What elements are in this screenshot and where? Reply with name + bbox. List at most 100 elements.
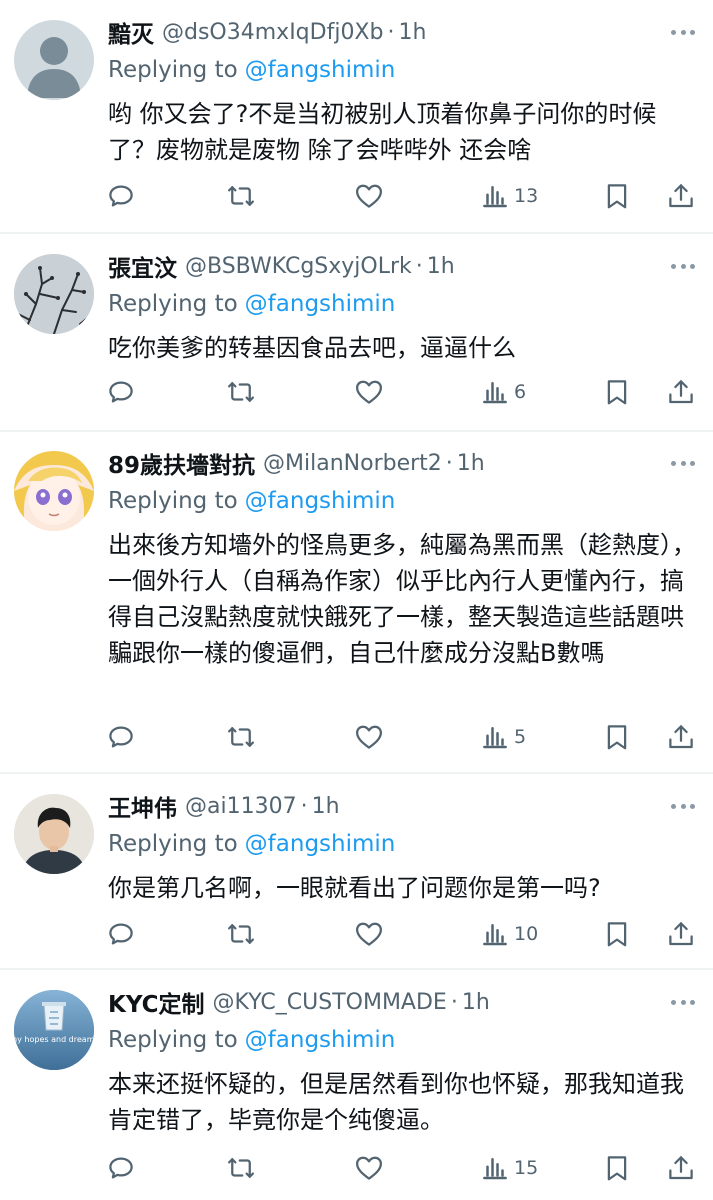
share-button[interactable] (666, 916, 696, 952)
tweet-actions: 15 (0, 1150, 713, 1186)
tweet-actions: 13 (0, 178, 713, 214)
reply-button[interactable] (106, 374, 136, 410)
user-handle[interactable]: @ai11307 (185, 794, 297, 819)
views-button[interactable]: 6 (480, 374, 526, 410)
tweet-actions: 10 (0, 916, 713, 952)
timestamp[interactable]: 1h (312, 794, 340, 819)
retweet-button[interactable] (226, 178, 256, 214)
timestamp[interactable]: 1h (457, 451, 485, 476)
user-handle[interactable]: @KYC_CUSTOMMADE (213, 990, 447, 1015)
views-chart-icon (483, 924, 507, 946)
more-options-icon[interactable] (671, 22, 695, 42)
replying-to-handle[interactable]: @fangshimin (245, 831, 396, 857)
heart-icon (356, 184, 382, 208)
reply-button[interactable] (106, 178, 136, 214)
tweet-actions: 6 (0, 374, 713, 410)
user-handle[interactable]: @dsO34mxIqDfj0Xb (162, 20, 383, 45)
timestamp[interactable]: 1h (398, 20, 426, 45)
views-button[interactable]: 5 (480, 719, 526, 755)
like-button[interactable] (354, 178, 384, 214)
heart-icon (356, 725, 382, 749)
retweet-button[interactable] (226, 719, 256, 755)
tweet-text: 本来还挺怀疑的，但是居然看到你也怀疑，那我知道我肯定错了，毕竟你是个纯傻逼。 (108, 1070, 684, 1134)
avatar[interactable]: my hopes and dreams (14, 990, 94, 1070)
views-button[interactable]: 15 (480, 1150, 538, 1186)
bookmark-button[interactable] (602, 719, 632, 755)
views-count: 13 (514, 185, 539, 207)
retweet-icon (228, 1158, 254, 1178)
display-name[interactable]: 黯灭 (108, 15, 154, 49)
more-options-icon[interactable] (671, 992, 695, 1012)
avatar-caption: my hopes and dreams (14, 1035, 94, 1044)
views-chart-icon (483, 382, 507, 404)
tweet-actions: 5 (0, 719, 713, 755)
user-handle[interactable]: @MilanNorbert2 (263, 451, 442, 476)
tweet-divider (0, 232, 713, 234)
views-count: 10 (514, 923, 539, 945)
reply-button[interactable] (106, 719, 136, 755)
like-button[interactable] (354, 1150, 384, 1186)
replying-to-handle[interactable]: @fangshimin (245, 291, 396, 317)
retweet-button[interactable] (226, 374, 256, 410)
more-options-icon[interactable] (671, 453, 695, 473)
more-options-icon[interactable] (671, 796, 695, 816)
separator-dot: · (415, 253, 423, 279)
replying-to-handle[interactable]: @fangshimin (245, 57, 396, 83)
reply-icon (109, 923, 133, 945)
bookmark-button[interactable] (602, 178, 632, 214)
share-button[interactable] (666, 1150, 696, 1186)
share-icon (669, 184, 693, 208)
bookmark-button[interactable] (602, 374, 632, 410)
bookmark-icon (607, 725, 627, 750)
views-count: 6 (514, 381, 527, 403)
views-button[interactable]: 10 (480, 916, 538, 952)
heart-icon (356, 1156, 382, 1180)
share-icon (669, 922, 693, 946)
display-name[interactable]: 張宜汶 (108, 249, 177, 283)
share-icon (669, 380, 693, 404)
retweet-button[interactable] (226, 1150, 256, 1186)
reply-button[interactable] (106, 916, 136, 952)
tweet-divider (0, 772, 713, 774)
display-name[interactable]: 89歲扶墻對抗 (108, 446, 255, 480)
reply-button[interactable] (106, 1150, 136, 1186)
views-chart-icon (483, 727, 507, 749)
replying-to-handle[interactable]: @fangshimin (245, 488, 396, 514)
bookmark-button[interactable] (602, 1150, 632, 1186)
avatar[interactable] (14, 794, 94, 874)
like-button[interactable] (354, 374, 384, 410)
like-button[interactable] (354, 719, 384, 755)
avatar[interactable] (14, 20, 94, 100)
bookmark-button[interactable] (602, 916, 632, 952)
timestamp[interactable]: 1h (427, 254, 455, 279)
avatar[interactable] (14, 254, 94, 334)
display-name[interactable]: 王坤伟 (108, 789, 177, 823)
bookmark-icon (607, 380, 627, 405)
retweet-icon (228, 727, 254, 747)
replying-to-label: Replying to (108, 57, 238, 83)
more-options-icon[interactable] (671, 256, 695, 276)
share-button[interactable] (666, 374, 696, 410)
tweet-text: 吃你美爹的转基因食品去吧，逼逼什么 (108, 334, 516, 362)
like-button[interactable] (354, 916, 384, 952)
tweet-text: 出來後方知墻外的怪鳥更多，純屬為黑而黑（趁熱度），一個外行人（自稱為作家）似乎比… (108, 531, 696, 667)
tweet-divider (0, 968, 713, 970)
reply-icon (109, 381, 133, 403)
retweet-icon (228, 924, 254, 944)
user-handle[interactable]: @BSBWKCgSxyjOLrk (185, 254, 412, 279)
replying-to-handle[interactable]: @fangshimin (245, 1027, 396, 1053)
bookmark-icon (607, 1156, 627, 1181)
display-name[interactable]: KYC定制 (108, 985, 205, 1019)
share-button[interactable] (666, 178, 696, 214)
replying-to-label: Replying to (108, 831, 238, 857)
views-count: 15 (514, 1157, 539, 1179)
timestamp[interactable]: 1h (462, 990, 490, 1015)
retweet-button[interactable] (226, 916, 256, 952)
separator-dot: · (450, 989, 458, 1015)
views-chart-icon (483, 1158, 507, 1180)
avatar[interactable] (14, 451, 94, 531)
bookmark-icon (607, 922, 627, 947)
share-button[interactable] (666, 719, 696, 755)
separator-dot: · (300, 793, 308, 819)
views-button[interactable]: 13 (480, 178, 538, 214)
